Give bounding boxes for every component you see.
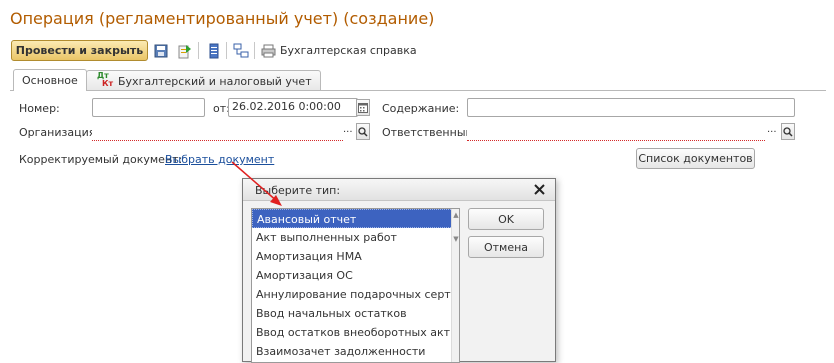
ok-button[interactable]: OK	[468, 208, 544, 230]
accounting-report-button[interactable]: Бухгалтерская справка	[280, 44, 417, 57]
tab-divider	[10, 90, 826, 91]
organization-select-button[interactable]: ...	[343, 124, 353, 135]
calendar-icon[interactable]	[356, 99, 370, 116]
list-item[interactable]: Амортизация ОС	[252, 266, 459, 285]
list-item[interactable]: Акт выполненных работ	[252, 228, 459, 247]
list-scrollbar[interactable]: ▲ ▼	[451, 209, 459, 362]
responsible-label: Ответственный:	[382, 126, 477, 139]
save-icon[interactable]	[152, 42, 169, 59]
annotation-arrow-icon	[231, 161, 282, 206]
organization-search-icon[interactable]	[356, 123, 370, 140]
content-field[interactable]	[467, 98, 795, 117]
export-icon[interactable]	[176, 42, 193, 59]
number-label: Номер:	[19, 102, 60, 115]
list-item[interactable]: Ввод остатков внеоборотных акти...	[252, 323, 459, 342]
scroll-down-icon[interactable]: ▼	[452, 235, 459, 245]
post-and-close-button[interactable]: Провести и закрыть	[11, 40, 148, 61]
list-item[interactable]: Аннулирование подарочных серти...	[252, 285, 459, 304]
close-icon[interactable]	[531, 181, 547, 197]
list-item[interactable]: Амортизация НМА	[252, 247, 459, 266]
debit-credit-icon: Дт Кт	[97, 71, 114, 88]
document-list-button[interactable]: Список документов	[636, 148, 755, 169]
list-item[interactable]: Ввод начальных остатков	[252, 304, 459, 323]
corrected-document-label: Корректируемый документ:	[19, 153, 183, 166]
tab-accounting[interactable]: Дт Кт Бухгалтерский и налоговый учет	[86, 70, 321, 91]
type-list[interactable]: Авансовый отчет Акт выполненных работ Ам…	[251, 208, 460, 363]
content-label: Содержание:	[382, 102, 460, 115]
tab-accounting-label: Бухгалтерский и налоговый учет	[118, 74, 312, 88]
responsible-search-icon[interactable]	[781, 123, 795, 140]
responsible-select-button[interactable]: ...	[767, 124, 777, 135]
date-field[interactable]: 26.02.2016 0:00:00	[228, 98, 358, 117]
list-item[interactable]: Взаимозачет задолженности	[252, 342, 459, 361]
structure-icon[interactable]	[232, 42, 249, 59]
list-icon[interactable]	[205, 42, 222, 59]
window-title: Операция (регламентированный учет) (созд…	[10, 9, 435, 28]
scroll-up-icon[interactable]: ▲	[452, 211, 459, 221]
organization-label: Организация:	[19, 126, 100, 139]
cancel-button[interactable]: Отмена	[468, 236, 544, 258]
tab-main-label: Основное	[22, 74, 78, 87]
tab-main[interactable]: Основное	[13, 69, 87, 91]
organization-field[interactable]	[92, 122, 343, 141]
number-field[interactable]	[92, 98, 205, 117]
responsible-field[interactable]	[467, 122, 765, 141]
print-icon[interactable]	[260, 42, 277, 59]
